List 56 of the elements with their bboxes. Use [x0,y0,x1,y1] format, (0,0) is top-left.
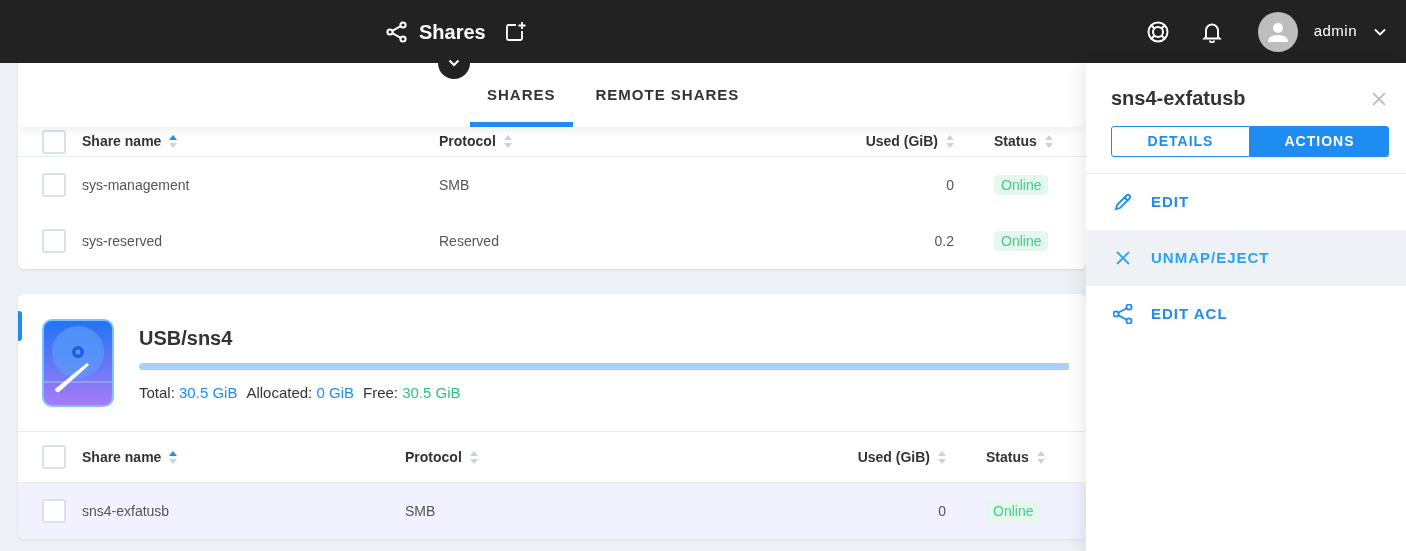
checkbox[interactable] [42,499,66,523]
sort-icon[interactable] [1036,450,1045,464]
status-badge: Online [986,500,1041,521]
checkbox[interactable] [42,445,66,469]
share-icon [386,20,407,43]
table-row[interactable]: sys-management SMB 0 Online [18,157,1086,213]
checkbox[interactable] [42,173,66,197]
sort-icon[interactable] [169,135,178,148]
sort-icon[interactable] [169,450,178,464]
checkbox[interactable] [42,229,66,253]
add-button[interactable] [504,20,526,43]
tab[interactable]: SHARES [470,63,573,127]
share-icon [1113,304,1133,324]
pool-title: USB/sns4 [139,326,234,351]
pencil-icon [1113,192,1133,212]
lifebuoy-icon [1145,19,1170,44]
column-header[interactable]: Status [994,131,1037,152]
help-button[interactable] [1145,19,1170,44]
status-badge: Online [994,230,1049,251]
stat-text: Free: 30.5 GiB [362,383,461,403]
sort-icon[interactable] [946,135,954,148]
sort-icon[interactable] [469,450,478,464]
table-cell-text: Reserved [439,231,500,251]
table-cell: 0 [938,502,946,519]
add-icon [504,21,526,43]
panel-title: sns4-exfatusb [1111,86,1246,111]
chevron-down-icon [1374,27,1386,36]
checkbox[interactable] [42,129,66,154]
column-header[interactable]: Protocol [439,131,496,152]
table-cell-text: SMB [439,175,471,195]
column-header[interactable]: Share name [82,446,162,468]
stat-text: Allocated: 0 GiB [246,383,354,403]
chevron-down-icon [448,59,460,67]
column-header[interactable]: Share name [82,131,162,152]
table-cell-text: sys-management [82,175,191,195]
table-row[interactable]: sns4-exfatusb SMB 0 Online [18,483,1086,539]
page-title: Shares [419,19,486,45]
user-menu[interactable]: admin [1313,20,1386,43]
tab[interactable]: REMOTE SHARES [578,63,757,127]
status-badge: Online [994,174,1049,195]
sort-icon[interactable] [503,135,512,148]
drive-icon [42,319,114,407]
table-cell-text: sys-reserved [82,231,164,251]
column-header[interactable]: Used (GiB) [857,446,930,468]
column-header[interactable]: Status [986,446,1029,468]
table-cell-text: SMB [405,501,437,521]
sort-icon[interactable] [1044,135,1053,148]
column-header[interactable]: Protocol [405,446,462,468]
table-cell: 0 [946,176,954,193]
table-cell-text: sns4-exfatusb [82,501,171,521]
sort-icon[interactable] [938,450,946,464]
stat-text: Total: 30.5 GiB [139,383,238,403]
table-row[interactable]: sys-reserved Reserved 0.2 Online [18,213,1086,269]
column-header[interactable]: Used (GiB) [865,131,938,152]
close-icon [1372,91,1386,106]
table-cell: 0.2 [934,232,954,249]
